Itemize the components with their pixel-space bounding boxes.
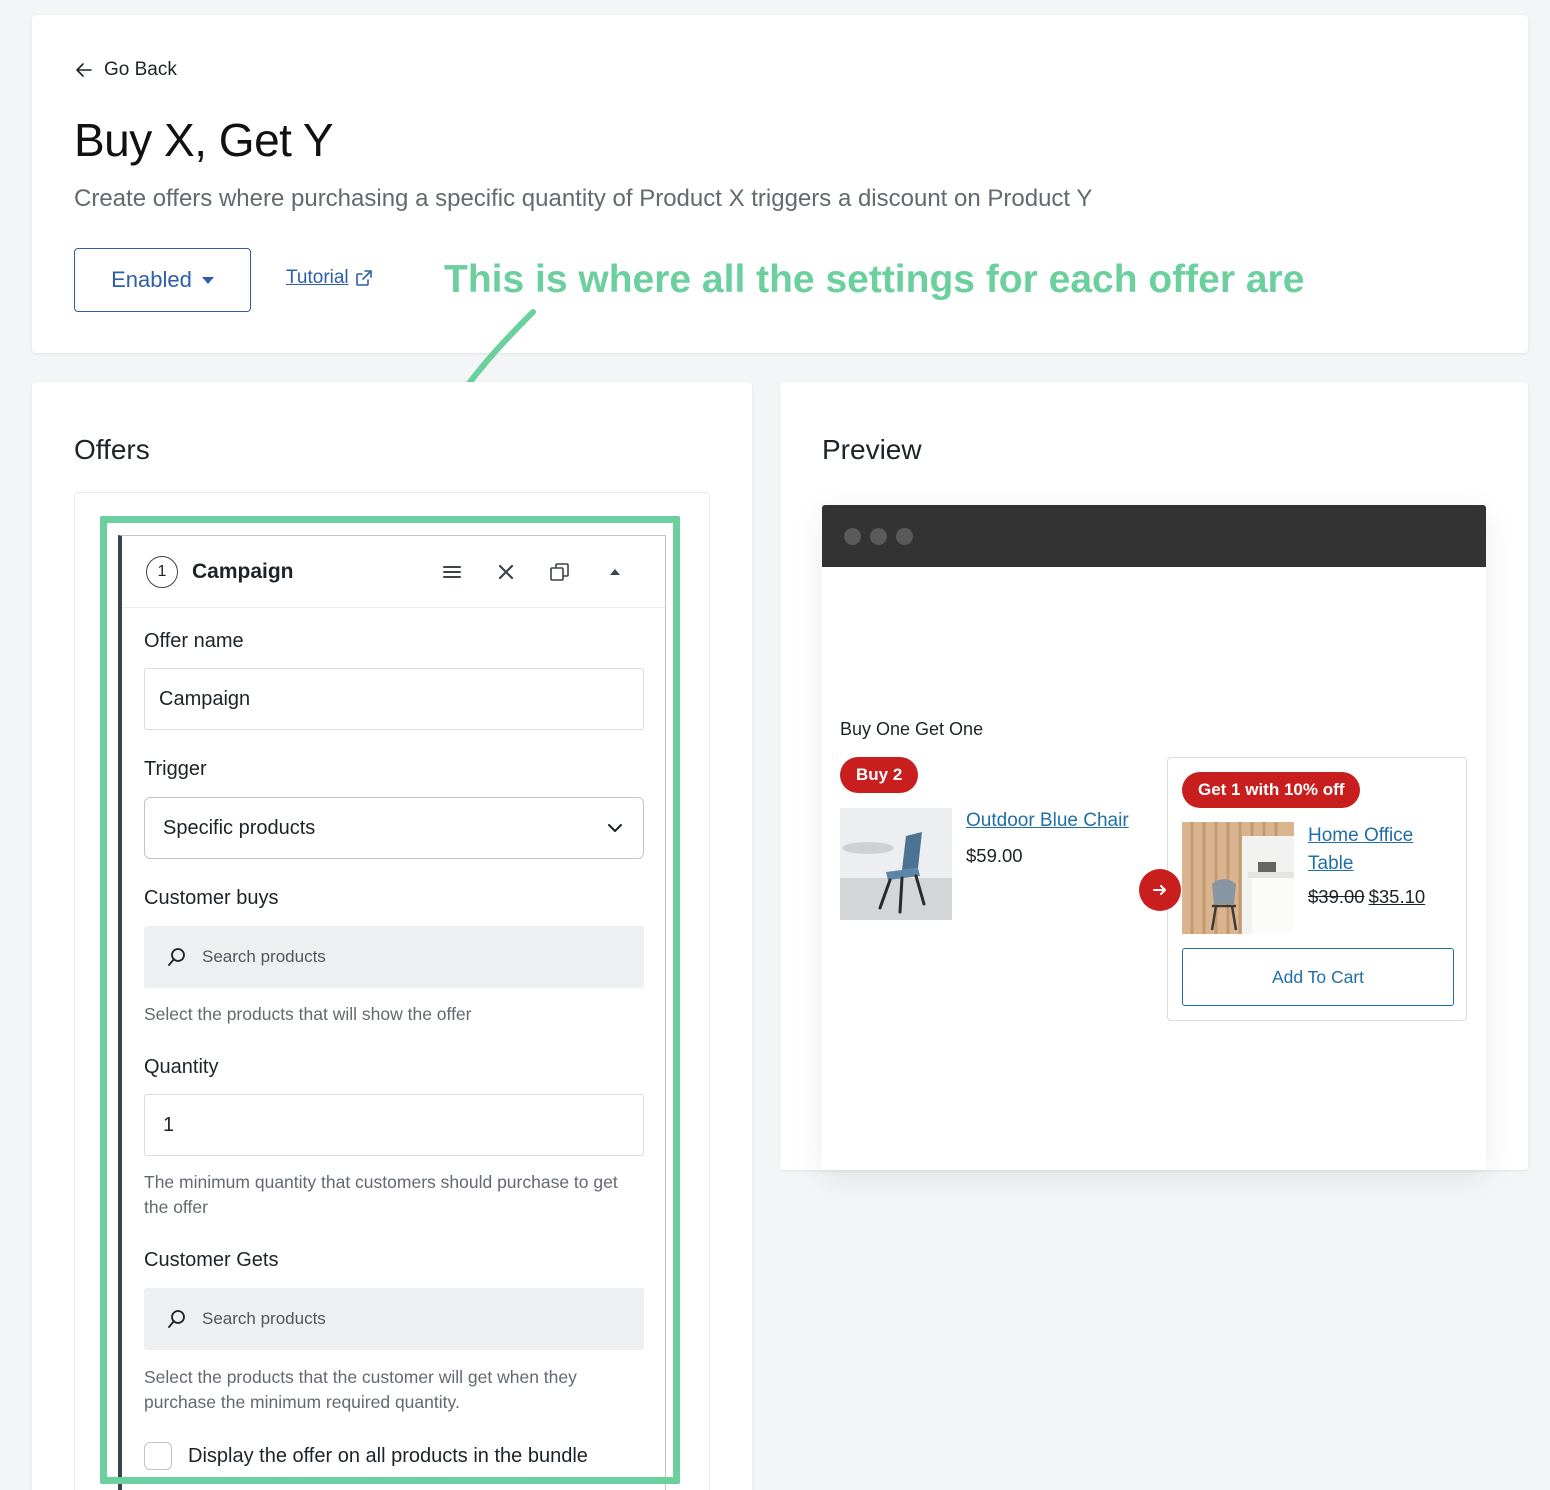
customer-buys-help: Select the products that will show the o… (144, 1004, 472, 1024)
search-icon (168, 948, 185, 966)
offer-panel: 1 Campaign Offer name Campaign Trigger S… (118, 535, 666, 1490)
add-to-cart-button[interactable]: Add To Cart (1182, 948, 1454, 1006)
display-all-row[interactable]: Display the offer on all products in the… (144, 1442, 588, 1470)
window-dot-icon (896, 527, 913, 545)
external-link-icon (355, 270, 372, 286)
offer-name-label: Offer name (144, 630, 244, 652)
menu-icon[interactable] (440, 560, 464, 584)
trigger-select[interactable]: Specific products (144, 797, 644, 859)
quantity-input[interactable]: 1 (144, 1094, 644, 1156)
window-dot-icon (870, 527, 887, 545)
offer-title: Campaign (192, 560, 294, 583)
chair-icon (840, 808, 952, 920)
annotation-text: This is where all the settings for each … (444, 258, 1305, 301)
browser-mockup: Buy One Get One Buy 2 Outdoor Blue Chair… (822, 505, 1486, 1170)
chair-image (840, 808, 952, 920)
offer-header[interactable]: 1 Campaign (122, 536, 665, 608)
go-back-link[interactable]: Go Back (74, 59, 177, 81)
preview-title: Preview (822, 434, 922, 465)
chevron-down-icon (608, 824, 622, 832)
desk-icon (1182, 822, 1294, 934)
customer-gets-label: Customer Gets (144, 1249, 279, 1271)
search-icon (168, 1310, 185, 1328)
display-all-checkbox[interactable] (144, 1442, 172, 1470)
get-product-link[interactable]: Home Office Table (1308, 822, 1413, 878)
tutorial-label: Tutorial (286, 267, 349, 288)
arrow-right-icon (1139, 869, 1181, 911)
buy-product-price: $59.00 (966, 845, 1023, 866)
offer-number: 1 (146, 556, 178, 588)
browser-titlebar (822, 505, 1486, 567)
offer-name-input[interactable]: Campaign (144, 668, 644, 730)
go-back-label: Go Back (104, 59, 177, 80)
get-product-name-line1: Home Office (1308, 825, 1414, 846)
quantity-label: Quantity (144, 1056, 219, 1078)
collapse-icon[interactable] (603, 560, 627, 584)
get-badge: Get 1 with 10% off (1182, 772, 1361, 808)
close-icon[interactable] (494, 560, 518, 584)
get-product-price: $39.00 $35.10 (1308, 886, 1425, 908)
buy-product-link[interactable]: Outdoor Blue Chair (966, 807, 1129, 835)
get-product-name-line2: Table (1308, 853, 1354, 874)
tutorial-link[interactable]: Tutorial (286, 267, 373, 289)
bogo-title: Buy One Get One (840, 719, 984, 739)
customer-gets-placeholder: Search products (202, 1309, 326, 1328)
trigger-label: Trigger (144, 758, 207, 780)
customer-buys-search[interactable]: Search products (144, 926, 644, 988)
trigger-select-value: Specific products (163, 816, 316, 839)
get-offer-box: Get 1 with 10% off Home Office Table $39… (1167, 757, 1467, 1021)
caret-down-icon (201, 276, 214, 284)
status-dropdown-button[interactable]: Enabled (74, 248, 251, 312)
arrow-left-icon (76, 63, 92, 77)
quantity-help: The minimum quantity that customers shou… (144, 1172, 618, 1217)
page-title: Buy X, Get Y (74, 114, 334, 166)
customer-gets-search[interactable]: Search products (144, 1288, 644, 1350)
offers-title: Offers (74, 434, 150, 465)
window-dot-icon (844, 527, 861, 545)
customer-gets-help: Select the products that the customer wi… (144, 1367, 577, 1412)
new-price: $35.10 (1368, 886, 1426, 907)
preview-card: Preview Buy One Get One Buy 2 Outdoor Bl… (780, 382, 1528, 1170)
page-description: Create offers where purchasing a specifi… (74, 185, 1093, 212)
duplicate-icon[interactable] (548, 560, 572, 584)
customer-buys-label: Customer buys (144, 887, 279, 909)
old-price: $39.00 (1308, 886, 1365, 907)
customer-buys-placeholder: Search products (202, 947, 326, 966)
status-label: Enabled (111, 267, 192, 292)
table-image (1182, 822, 1294, 934)
header-card: Go Back Buy X, Get Y Create offers where… (32, 15, 1528, 353)
display-all-label: Display the offer on all products in the… (188, 1444, 588, 1467)
buy-badge: Buy 2 (840, 757, 919, 793)
